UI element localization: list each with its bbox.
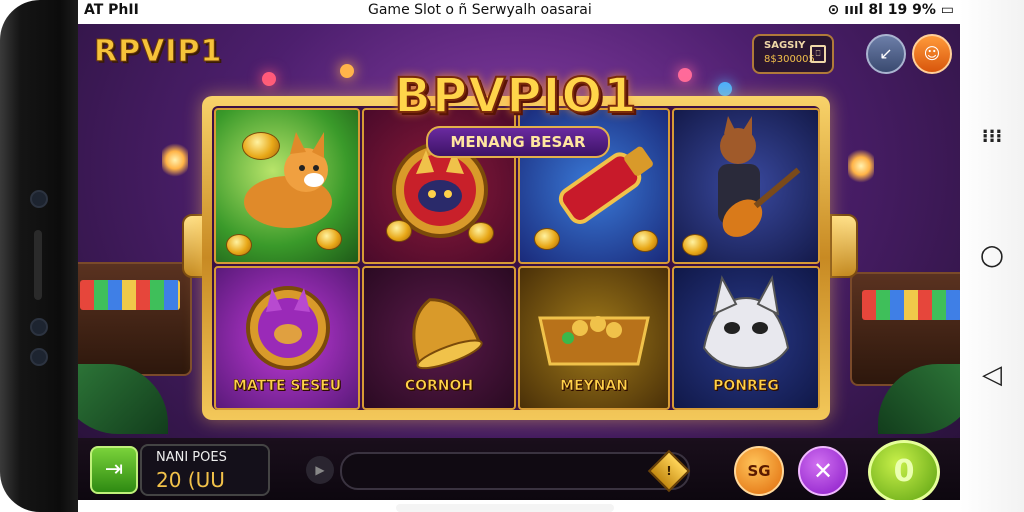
symbol-treasure-chest: MEYNAN [518,266,670,410]
bet-panel[interactable]: NANI POES 20 (UU [140,444,270,496]
spin-icon: 0 [893,454,915,489]
frame-wing-right [830,214,858,278]
coin-icon [534,228,560,250]
balance-panel[interactable]: SAGSIY 8$300005 ⎕ [752,34,834,74]
play-icon: ▶ [315,463,325,477]
side-button [34,230,42,300]
close-icon: ✕ [812,457,834,485]
avatar-icon: ☺ [923,44,941,63]
quick-spin-button[interactable]: ⇥ [90,446,138,494]
bulb-light [678,68,692,82]
bet-value: 20 (UU [156,468,225,492]
bulb-light [262,72,276,86]
coin-icon [682,234,708,256]
home-button[interactable]: ○ [960,238,1024,271]
status-carrier: AT PhII [84,2,139,18]
status-bar: AT PhII Game Slot o ñ Serwyalh oasarai ⊙… [78,0,960,24]
game-subtitle: MENANG BESAR [426,126,610,158]
coin-icon [468,222,494,244]
control-bar: ⇥ NANI POES 20 (UU ▶ ! SG ✕ 0 [78,438,960,500]
navigation-bar: ⁝⁝⁝ ○ ◁ [960,0,1024,512]
bulb-light [718,82,732,96]
bet-slider[interactable]: ! [340,449,691,493]
coin-icon [226,234,252,256]
coin-icon [632,230,658,252]
coin-icon [386,220,412,242]
spin-button[interactable]: 0 [868,440,940,500]
sensor-icon [30,348,48,366]
auto-spin-button[interactable]: SG [734,446,784,496]
game-title: BPVPIO1 [393,67,638,125]
bet-label: NANI POES [156,450,227,465]
symbol-label: CORNOH [404,378,474,395]
wall-lamp [162,142,188,178]
arrow-icon: ⇥ [104,457,124,482]
wall-lamp [848,148,874,184]
coin-icon [242,132,280,160]
recent-apps-button[interactable]: ⁝⁝⁝ [960,126,1024,147]
slot-cabinet [78,262,192,376]
phone-device: AT PhII Game Slot o ñ Serwyalh oasarai ⊙… [0,0,1024,512]
symbol-robot-cat: PONREG [672,266,820,410]
coin-icon [316,228,342,250]
profile-button[interactable]: ☺ [912,34,952,74]
symbol-golden-bell: CORNOH [362,266,516,410]
play-button[interactable]: ▶ [306,456,334,484]
auto-spin-label: SG [747,462,771,480]
warning-icon: ! [666,464,672,478]
home-icon: ○ [979,238,1005,271]
sensor-icon [30,318,48,336]
balance-label: SAGSIY [764,40,806,51]
camera-icon [30,190,48,208]
back-button[interactable]: ◁ [960,360,1024,390]
home-indicator [396,504,614,512]
symbol-purple-cat-medallion: MATTE SESEU [214,266,360,410]
balance-value: 8$300005 [764,54,815,65]
bulb-light [340,64,354,78]
back-icon: ◁ [982,360,1002,390]
symbol-corgi-dog [214,108,360,264]
settings-button[interactable]: ↙ [866,34,906,74]
recent-apps-icon: ⁝⁝⁝ [981,126,1003,147]
cancel-button[interactable]: ✕ [798,446,848,496]
symbol-label: MATTE SESEU [232,378,342,395]
game-screen: RPVIP1 SAGSIY 8$300005 ⎕ ↙ ☺ MATTE SESEU… [78,24,960,500]
game-logo: RPVIP1 [93,34,223,70]
card-icon: ⎕ [810,45,826,63]
symbol-guitar-cat [672,108,820,264]
arrow-icon: ↙ [879,44,893,63]
slider-handle[interactable]: ! [647,449,691,493]
symbol-label: MEYNAN [560,378,629,395]
phone-bezel [0,0,78,512]
symbol-label: PONREG [713,378,779,395]
title-banner: BPVPIO1 MENANG BESAR [368,67,664,164]
status-title: Game Slot o ñ Serwyalh oasarai [368,2,592,18]
status-indicators: ⊙ ıııl 8l 19 9% ▭ [827,2,954,18]
